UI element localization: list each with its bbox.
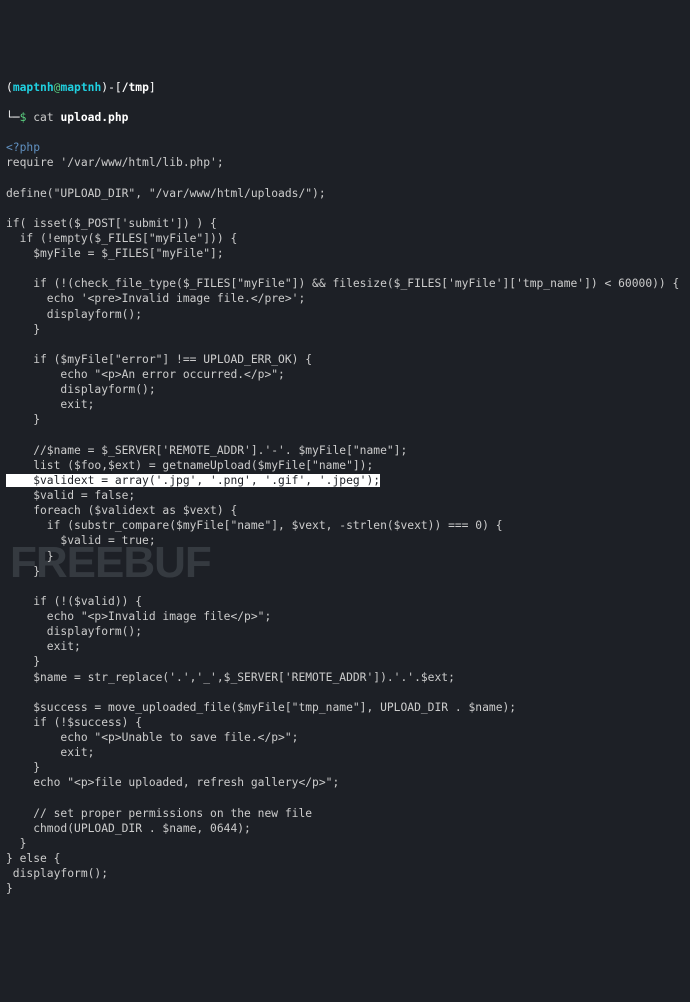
code-line: require '/var/www/html/lib.php'; [6, 156, 224, 169]
terminal-content: (maptnh@maptnh)-[/tmp] └─$ cat upload.ph… [6, 65, 684, 897]
code-line: exit; [6, 746, 94, 759]
code-line: } [6, 837, 26, 850]
code-line: //$name = $_SERVER['REMOTE_ADDR'].'-'. $… [6, 444, 407, 457]
code-line: $myFile = $_FILES["myFile"]; [6, 247, 224, 260]
username: maptnh [13, 81, 54, 94]
code-line: echo "<p>An error occurred.</p>"; [6, 368, 285, 381]
code-line: if (substr_compare($myFile["name"], $vex… [6, 519, 503, 532]
code-line: exit; [6, 640, 81, 653]
dash: - [108, 81, 115, 94]
code-line: } [6, 413, 40, 426]
code-line: } [6, 550, 54, 563]
code-line: chmod(UPLOAD_DIR . $name, 0644); [6, 822, 251, 835]
code-line: if( isset($_POST['submit']) ) { [6, 217, 217, 230]
code-line: list ($foo,$ext) = getnameUpload($myFile… [6, 459, 373, 472]
code-line: echo "<p>Invalid image file</p>"; [6, 610, 271, 623]
command: cat [33, 111, 60, 124]
code-line: } [6, 655, 40, 668]
filename-arg: upload.php [60, 111, 128, 124]
code-line: $valid = false; [6, 489, 135, 502]
code-line: // set proper permissions on the new fil… [6, 807, 312, 820]
code-line: if (!($valid)) { [6, 595, 142, 608]
prompt-line-2: └─$ cat upload.php [6, 110, 684, 125]
bracket-close: ] [149, 81, 156, 94]
code-line: foreach ($validext as $vext) { [6, 504, 237, 517]
code-line: $success = move_uploaded_file($myFile["t… [6, 701, 516, 714]
code-line: } [6, 882, 13, 895]
code-line: if (!empty($_FILES["myFile"])) { [6, 232, 237, 245]
code-line: exit; [6, 398, 94, 411]
code-line: echo '<pre>Invalid image file.</pre>'; [6, 292, 305, 305]
code-line: } [6, 565, 40, 578]
code-line: displayform(); [6, 383, 156, 396]
code-line: } else { [6, 852, 60, 865]
code-line: if (!$success) { [6, 716, 142, 729]
code-line: define("UPLOAD_DIR", "/var/www/html/uplo… [6, 187, 326, 200]
code-line: displayform(); [6, 308, 142, 321]
code-line: echo "<p>Unable to save file.</p>"; [6, 731, 298, 744]
bracket-open: [ [115, 81, 122, 94]
code-line: } [6, 761, 40, 774]
code-line: if ($myFile["error"] !== UPLOAD_ERR_OK) … [6, 353, 312, 366]
code-line: $valid = true; [6, 534, 156, 547]
code-line: echo "<p>file uploaded, refresh gallery<… [6, 776, 339, 789]
code-line: if (!(check_file_type($_FILES["myFile"])… [6, 277, 679, 290]
php-open-tag: <?php [6, 141, 40, 154]
code-line: displayform(); [6, 867, 108, 880]
highlighted-line: $validext = array('.jpg', '.png', '.gif'… [6, 474, 380, 487]
code-line: $name = str_replace('.','_',$_SERVER['RE… [6, 671, 455, 684]
hostname: maptnh [60, 81, 101, 94]
prompt-line-1: (maptnh@maptnh)-[/tmp] [6, 80, 684, 95]
paren-open: ( [6, 81, 13, 94]
prompt-symbol: $ [20, 111, 27, 124]
cwd-path: /tmp [122, 81, 149, 94]
code-line: displayform(); [6, 625, 142, 638]
code-line: } [6, 323, 40, 336]
